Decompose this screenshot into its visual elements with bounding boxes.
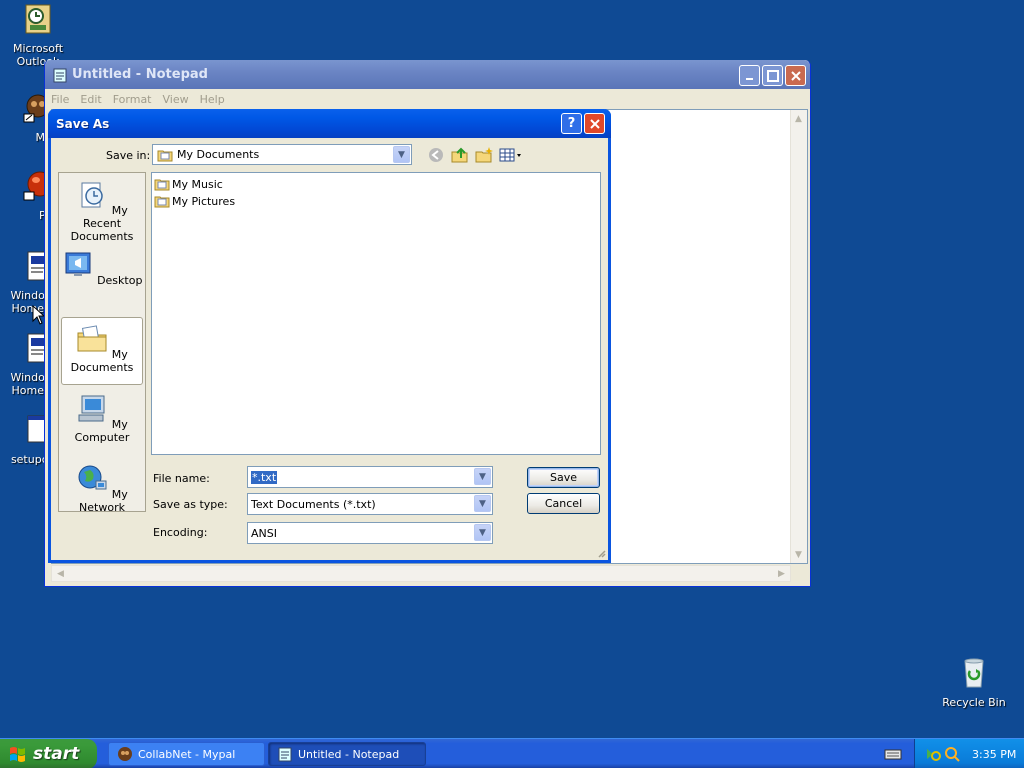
help-icon: ? (567, 116, 576, 131)
place-desktop[interactable]: Desktop (61, 249, 143, 287)
maximize-icon (766, 69, 779, 82)
maximize-button[interactable] (762, 65, 783, 86)
cancel-button[interactable]: Cancel (527, 493, 600, 514)
menu-format[interactable]: Format (113, 93, 152, 106)
dialog-title: Save As (56, 116, 110, 131)
place-my-network[interactable]: My Network (61, 463, 143, 514)
back-button[interactable] (427, 146, 445, 164)
search-tray-icon[interactable] (944, 746, 960, 762)
resize-grip-icon[interactable] (596, 548, 606, 558)
notepad-icon (53, 68, 67, 82)
places-bar: My Recent Documents Desktop My Documents… (58, 172, 146, 514)
file-name-input[interactable]: *.txt ▼ (247, 466, 493, 488)
encoding-label: Encoding: (153, 526, 208, 539)
taskbar-item-mypal[interactable]: CollabNet - Mypal (108, 742, 265, 766)
save-in-dropdown[interactable]: My Documents ▼ (152, 144, 412, 165)
menu-edit[interactable]: Edit (80, 93, 101, 106)
place-my-computer[interactable]: My Computer (61, 393, 143, 444)
scroll-right-icon[interactable]: ▶ (774, 566, 789, 581)
place-my-recent-documents[interactable]: My Recent Documents (61, 179, 143, 243)
desktop-place-icon (65, 252, 91, 276)
mouse-cursor-icon (32, 305, 44, 325)
views-menu-button[interactable] (499, 146, 523, 164)
chevron-down-icon[interactable]: ▼ (474, 524, 491, 541)
start-label: start (33, 744, 80, 764)
clock[interactable]: 3:35 PM (972, 748, 1016, 761)
dialog-title-bar[interactable]: Save As (48, 109, 611, 138)
save-button[interactable]: Save (527, 467, 600, 488)
file-name-label: File name: (153, 472, 210, 485)
recent-documents-icon (81, 182, 103, 208)
desktop-icon-outlook[interactable]: Microsoft Outlook (0, 3, 76, 68)
system-tray: 3:35 PM (914, 739, 1024, 768)
keyboard-icon[interactable] (884, 746, 902, 762)
chevron-down-icon[interactable]: ▼ (474, 495, 491, 512)
close-icon (589, 118, 600, 129)
taskbar-item-notepad[interactable]: Untitled - Notepad (268, 742, 426, 766)
scroll-down-icon[interactable]: ▼ (791, 547, 806, 562)
save-in-value: My Documents (177, 148, 260, 161)
help-button[interactable]: ? (561, 113, 582, 134)
chevron-down-icon[interactable]: ▼ (393, 146, 410, 163)
minimize-button[interactable] (739, 65, 760, 86)
mypal-icon (118, 747, 132, 761)
pictures-folder-icon (154, 196, 170, 208)
close-icon (790, 70, 801, 81)
up-folder-icon (451, 147, 468, 163)
menu-file[interactable]: File (51, 93, 69, 106)
new-folder-button[interactable] (475, 146, 493, 164)
chevron-down-icon[interactable]: ▼ (474, 468, 491, 485)
place-my-documents[interactable]: My Documents (61, 317, 143, 385)
save-as-type-select[interactable]: Text Documents (*.txt) ▼ (247, 493, 493, 515)
taskbar: start CollabNet - Mypal Untitled - Notep… (0, 738, 1024, 768)
file-name-value: *.txt (249, 469, 279, 485)
menu-help[interactable]: Help (200, 93, 225, 106)
dialog-close-button[interactable] (584, 113, 605, 134)
list-item-my-pictures[interactable]: My Pictures (154, 194, 235, 208)
view-grid-icon (499, 148, 521, 162)
scroll-up-icon[interactable]: ▲ (791, 111, 806, 126)
dialog-toolbar (427, 146, 523, 164)
notepad-title-bar[interactable]: Untitled - Notepad (45, 60, 810, 89)
list-item-my-music[interactable]: My Music (154, 177, 223, 191)
outlook-icon (25, 4, 51, 34)
encoding-value: ANSI (251, 526, 277, 540)
encoding-select[interactable]: ANSI ▼ (247, 522, 493, 544)
save-in-label: Save in: (106, 149, 151, 162)
save-as-type-label: Save as type: (153, 498, 228, 511)
vertical-scrollbar[interactable]: ▲ ▼ (790, 110, 807, 563)
recycle-bin-icon (964, 658, 984, 688)
horizontal-scrollbar[interactable]: ◀ ▶ (51, 565, 791, 582)
save-as-type-value: Text Documents (*.txt) (251, 497, 376, 511)
notepad-menu-bar: File Edit Format View Help (45, 89, 810, 109)
scroll-left-icon[interactable]: ◀ (53, 566, 68, 581)
windows-logo-icon (10, 747, 25, 762)
close-button[interactable] (785, 65, 806, 86)
music-folder-icon (154, 179, 170, 191)
minimize-icon (745, 77, 753, 80)
my-computer-icon (78, 395, 105, 422)
notepad-icon (278, 747, 292, 762)
my-documents-small-icon (157, 150, 173, 161)
my-network-icon (78, 465, 107, 490)
notepad-title: Untitled - Notepad (72, 67, 208, 82)
new-folder-icon (475, 147, 493, 163)
up-folder-button[interactable] (451, 146, 469, 164)
my-documents-icon (77, 325, 107, 352)
menu-view[interactable]: View (163, 93, 189, 106)
start-button[interactable]: start (0, 739, 97, 768)
back-arrow-icon (429, 148, 443, 162)
save-as-dialog: Save As ? Save in: My Documents ▼ My Rec… (48, 109, 611, 563)
network-tray-icon[interactable] (925, 746, 941, 762)
desktop-icon-recycle-bin[interactable]: Recycle Bin (936, 657, 1012, 709)
file-list[interactable]: My Music My Pictures (151, 172, 601, 455)
